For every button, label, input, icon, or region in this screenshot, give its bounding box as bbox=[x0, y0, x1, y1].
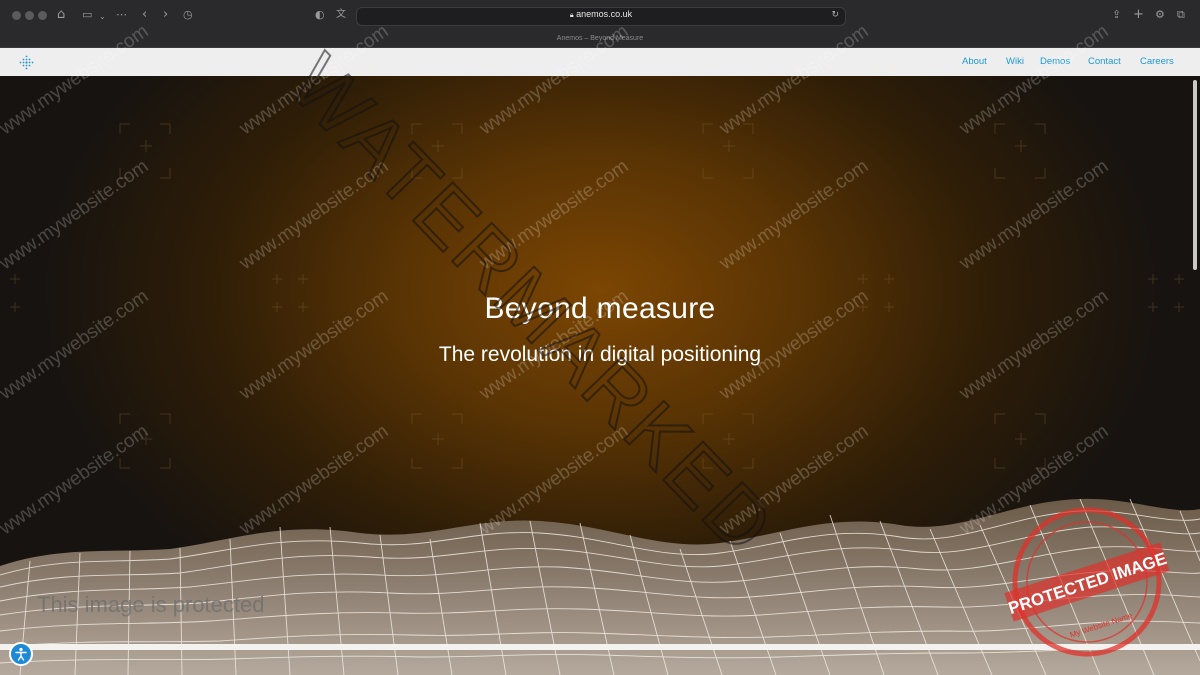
nav-wiki[interactable]: Wiki bbox=[1006, 56, 1024, 67]
site-navbar: About Wiki Demos Contact Careers bbox=[0, 48, 1200, 76]
home-icon[interactable]: ⌂ bbox=[57, 7, 65, 23]
history-icon[interactable]: ◷ bbox=[183, 7, 193, 23]
hero-subtitle: The revolution in digital positioning bbox=[438, 343, 762, 366]
scrollbar-thumb[interactable] bbox=[1193, 80, 1197, 270]
nav-careers[interactable]: Careers bbox=[1140, 56, 1174, 67]
reload-icon[interactable]: ↻ bbox=[831, 10, 839, 20]
chevron-down-icon[interactable]: ⌄ bbox=[99, 9, 106, 25]
nav-about[interactable]: About bbox=[962, 56, 987, 67]
settings-icon[interactable]: ⚙ bbox=[1155, 7, 1165, 23]
minimize-window-button[interactable] bbox=[25, 11, 34, 20]
reader-mode-icon[interactable]: ◐ bbox=[315, 7, 325, 23]
nav-contact[interactable]: Contact bbox=[1088, 56, 1121, 67]
nav-demos[interactable]: Demos bbox=[1040, 56, 1070, 67]
share-icon[interactable]: ⇪ bbox=[1112, 7, 1121, 23]
hero-title: Beyond measure bbox=[484, 292, 716, 325]
forward-icon[interactable]: › bbox=[163, 7, 168, 23]
hero-section: Beyond measure The revolution in digital… bbox=[0, 76, 1200, 675]
url-text: anemos.co.uk bbox=[576, 9, 633, 19]
back-icon[interactable]: ‹ bbox=[142, 7, 147, 23]
close-window-button[interactable] bbox=[12, 11, 21, 20]
section-divider bbox=[0, 644, 1200, 650]
anemos-logo-icon[interactable] bbox=[19, 55, 34, 70]
lock-icon: 🔒︎ bbox=[569, 12, 574, 19]
address-bar[interactable]: 🔒︎ anemos.co.uk ↻ bbox=[356, 7, 846, 26]
zoom-window-button[interactable] bbox=[38, 11, 47, 20]
tab-title[interactable]: Anemos – Beyond Measure bbox=[0, 35, 1200, 42]
new-tab-icon[interactable]: + bbox=[1133, 7, 1144, 23]
sidebar-toggle-icon[interactable]: ▭ bbox=[82, 7, 92, 23]
accessibility-icon[interactable] bbox=[9, 642, 33, 666]
browser-toolbar: ⌂ ▭ ⌄ ⋯ ‹ › ◷ ◐ 文 🔒︎ anemos.co.uk ↻ Anem… bbox=[0, 0, 1200, 48]
tab-overview-icon[interactable]: ⋯ bbox=[116, 7, 127, 23]
tabs-icon[interactable]: ⧉ bbox=[1177, 7, 1185, 23]
protected-notice: This image is protected bbox=[37, 592, 265, 617]
translate-icon[interactable]: 文 bbox=[336, 7, 346, 23]
